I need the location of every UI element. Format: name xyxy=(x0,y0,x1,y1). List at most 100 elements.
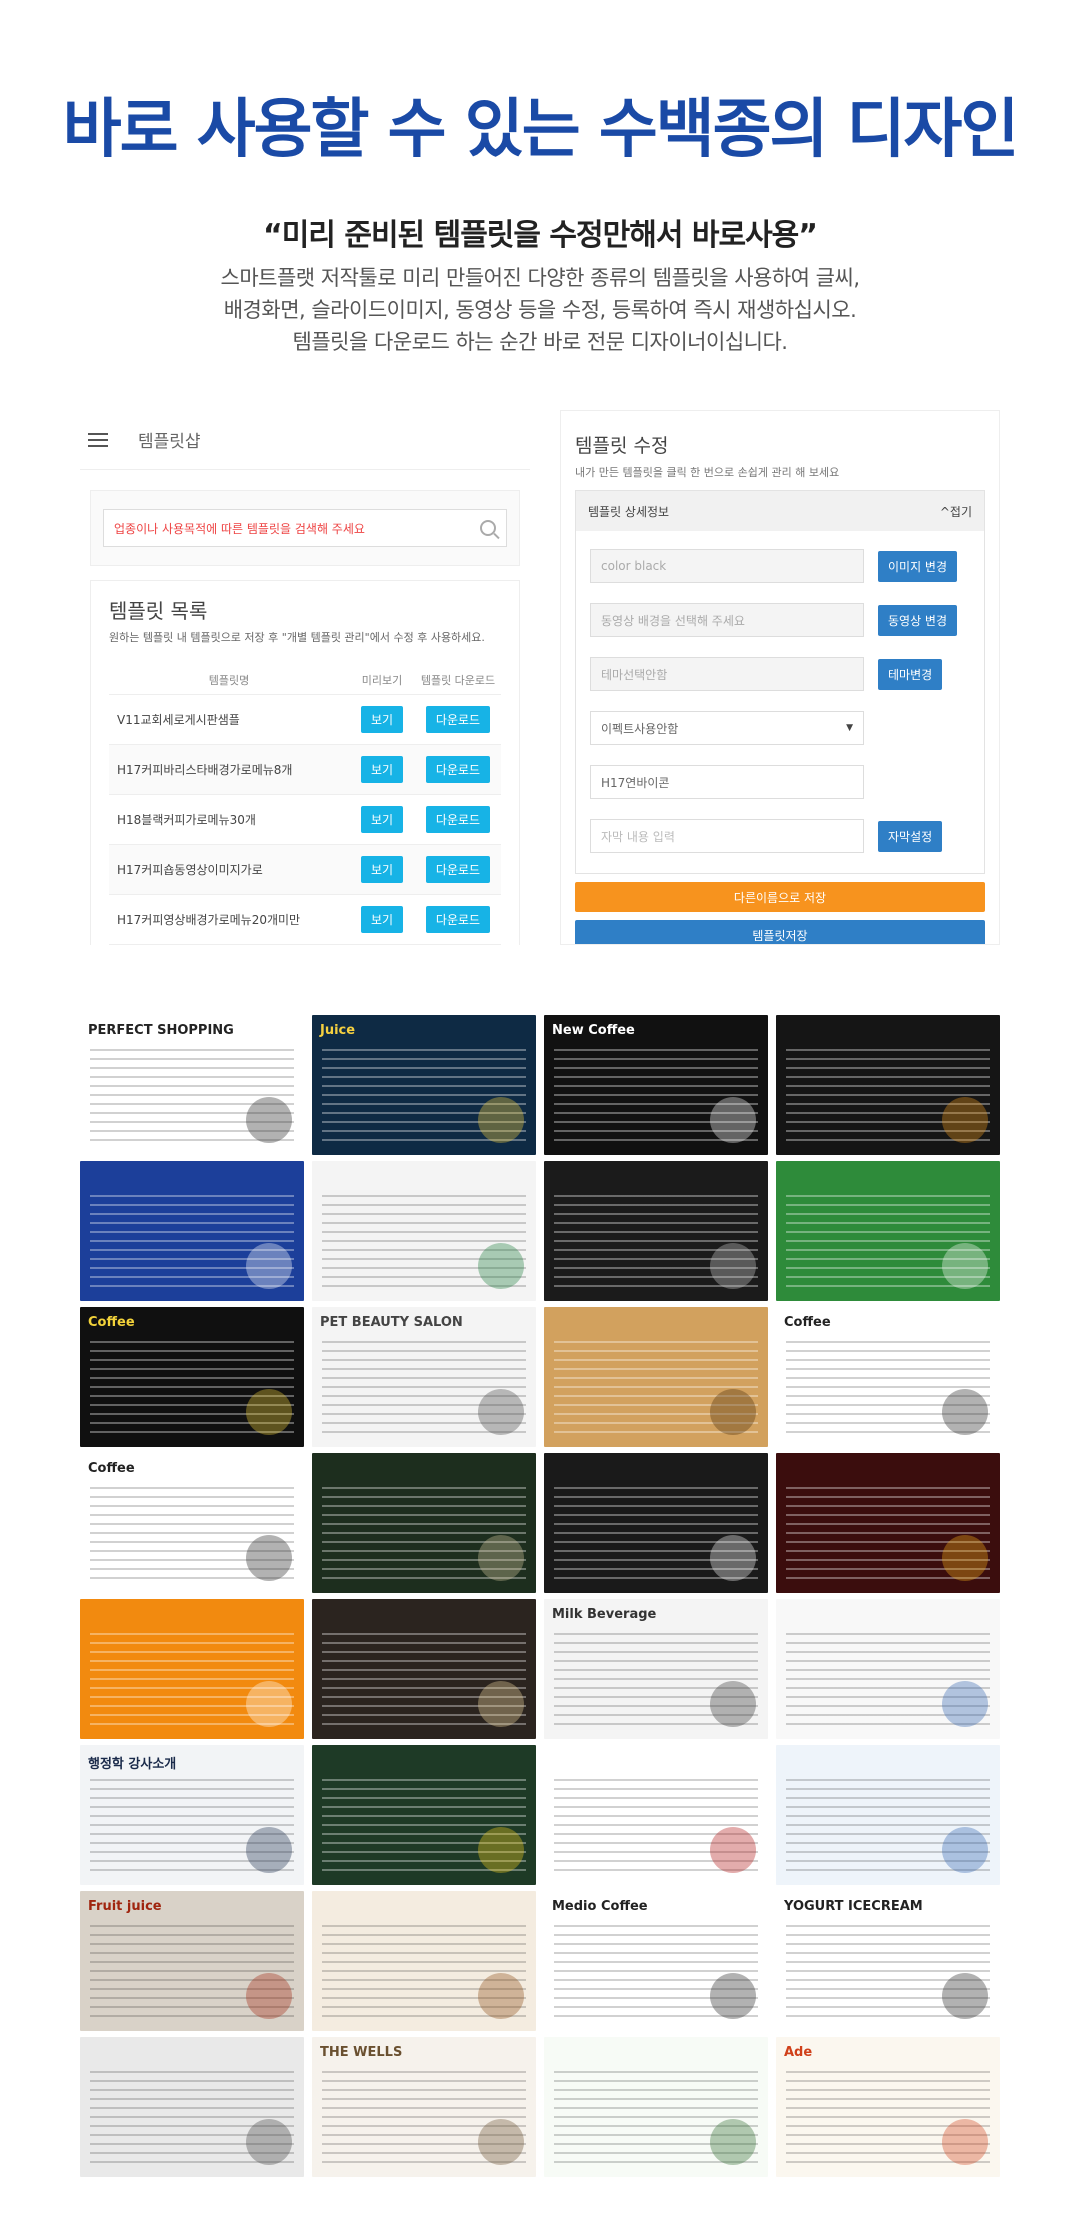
template-thumbnail[interactable] xyxy=(776,1161,1000,1301)
template-list-description: 원하는 템플릿 내 템플릿으로 저장 후 "개별 템플릿 관리"에서 수정 후 … xyxy=(109,631,485,644)
description-line-3: 템플릿을 다운로드 하는 순간 바로 전문 디자이너이십니다. xyxy=(292,330,788,354)
template-thumbnail[interactable] xyxy=(312,1453,536,1593)
thumbnail-image-blob xyxy=(942,1535,988,1581)
template-row-download: 다운로드 xyxy=(415,906,501,933)
change-image-button[interactable]: 이미지 변경 xyxy=(878,550,958,582)
template-thumbnail[interactable] xyxy=(544,1453,768,1593)
thumbnail-image-blob xyxy=(942,1097,988,1143)
detail-body: color black 이미지 변경 동영상 배경을 선택해 주세요 동영상 변… xyxy=(576,531,984,873)
template-row: H17커피영상배경가로메뉴20개미만 보기 다운로드 xyxy=(109,894,501,944)
shop-topbar: 템플릿샵 xyxy=(80,410,530,470)
description-line-1: 스마트플랫 저작툴로 미리 만들어진 다양한 종류의 템플릿을 사용하여 글씨, xyxy=(220,266,861,290)
template-thumbnail[interactable] xyxy=(776,1599,1000,1739)
dropdown-caret-icon: ▼ xyxy=(846,723,853,733)
thumbnail-image-blob xyxy=(710,1827,756,1873)
thumbnail-image-blob xyxy=(942,1973,988,2019)
hamburger-menu-icon[interactable] xyxy=(88,432,108,447)
thumbnail-image-blob xyxy=(710,1681,756,1727)
template-thumbnail[interactable] xyxy=(312,1745,536,1885)
name-row: H17연바이콘 xyxy=(590,755,970,809)
template-thumbnail[interactable]: Medio Coffee xyxy=(544,1891,768,2031)
color-field[interactable]: color black xyxy=(590,549,864,583)
template-thumbnail[interactable]: New Coffee xyxy=(544,1015,768,1155)
download-button[interactable]: 다운로드 xyxy=(425,856,491,883)
template-thumbnail[interactable]: Juice xyxy=(312,1015,536,1155)
template-row-name: V11교회세로게시판샘플 xyxy=(117,713,240,727)
preview-button[interactable]: 보기 xyxy=(360,706,404,733)
template-row-preview: 보기 xyxy=(349,856,415,883)
effect-select[interactable]: 이펙트사용안함 ▼ xyxy=(590,711,864,745)
template-thumbnail[interactable]: THE WELLS xyxy=(312,2037,536,2177)
template-thumbnail[interactable] xyxy=(544,1307,768,1447)
video-field[interactable]: 동영상 배경을 선택해 주세요 xyxy=(590,603,864,637)
template-gallery: PERFECT SHOPPING Juice New Coffee Coffee PET… xyxy=(80,1015,1000,2177)
template-thumbnail[interactable] xyxy=(80,2037,304,2177)
thumbnail-image-blob xyxy=(942,2119,988,2165)
caption-input[interactable]: 자막 내용 입력 xyxy=(590,819,864,853)
search-area: 업종이나 사용목적에 따른 템플릿을 검색해 주세요 xyxy=(90,490,520,566)
template-thumbnail[interactable] xyxy=(544,1161,768,1301)
search-input[interactable]: 업종이나 사용목적에 따른 템플릿을 검색해 주세요 xyxy=(103,509,507,547)
thumbnail-label: PERFECT SHOPPING xyxy=(88,1023,234,1038)
thumbnail-image-blob xyxy=(942,1243,988,1289)
change-theme-button[interactable]: 테마변경 xyxy=(878,658,943,690)
column-name: 템플릿명 xyxy=(208,674,250,687)
template-name-field[interactable]: H17연바이콘 xyxy=(590,765,864,799)
template-thumbnail[interactable]: PET BEAUTY SALON xyxy=(312,1307,536,1447)
theme-field[interactable]: 테마선택안함 xyxy=(590,657,864,691)
change-video-button[interactable]: 동영상 변경 xyxy=(878,604,958,636)
effect-select-value: 이펙트사용안함 xyxy=(601,721,679,736)
template-thumbnail[interactable]: 행정학 강사소개 xyxy=(80,1745,304,1885)
thumbnail-image-blob xyxy=(478,1389,524,1435)
template-row-name: H17커피바리스타배경가로메뉴8개 xyxy=(117,763,293,777)
template-thumbnail[interactable] xyxy=(544,1745,768,1885)
thumbnail-image-blob xyxy=(246,1827,292,1873)
effect-row: 이펙트사용안함 ▼ xyxy=(590,701,970,755)
detail-title: 템플릿 상세정보 xyxy=(588,504,670,519)
template-thumbnail[interactable]: Coffee xyxy=(80,1453,304,1593)
template-thumbnail[interactable] xyxy=(80,1599,304,1739)
thumbnail-image-blob xyxy=(246,1097,292,1143)
search-icon[interactable] xyxy=(480,520,496,536)
template-thumbnail[interactable]: YOGURT ICECREAM xyxy=(776,1891,1000,2031)
template-thumbnail[interactable] xyxy=(80,1161,304,1301)
template-thumbnail[interactable]: Milk Beverage xyxy=(544,1599,768,1739)
template-thumbnail[interactable]: Fruit juice xyxy=(80,1891,304,2031)
thumbnail-image-blob xyxy=(710,1389,756,1435)
page-quote: “미리 준비된 템플릿을 수정만해서 바로사용” xyxy=(262,218,818,253)
download-button[interactable]: 다운로드 xyxy=(425,706,491,733)
template-row-name: H17커피숍동영상이미지가로 xyxy=(117,863,263,877)
download-button[interactable]: 다운로드 xyxy=(425,756,491,783)
template-thumbnail[interactable]: Coffee xyxy=(80,1307,304,1447)
template-row-download: 다운로드 xyxy=(415,706,501,733)
template-thumbnail[interactable] xyxy=(776,1453,1000,1593)
thumbnail-label: THE WELLS xyxy=(320,2045,403,2060)
template-thumbnail[interactable] xyxy=(544,2037,768,2177)
download-button[interactable]: 다운로드 xyxy=(425,806,491,833)
save-template-button[interactable]: 템플릿저장 xyxy=(575,920,985,944)
template-thumbnail[interactable]: Coffee xyxy=(776,1307,1000,1447)
preview-button[interactable]: 보기 xyxy=(360,756,404,783)
thumbnail-label: Milk Beverage xyxy=(552,1607,657,1622)
thumbnail-image-blob xyxy=(478,1827,524,1873)
detail-section: 템플릿 상세정보 ^접기 color black 이미지 변경 동영상 배경을 … xyxy=(575,490,985,874)
fold-toggle[interactable]: ^접기 xyxy=(940,503,972,520)
template-thumbnail[interactable] xyxy=(776,1015,1000,1155)
preview-button[interactable]: 보기 xyxy=(360,806,404,833)
template-thumbnail[interactable] xyxy=(312,1891,536,2031)
template-row: H17커피바리스타배경가로메뉴8개 보기 다운로드 xyxy=(109,744,501,794)
save-as-button[interactable]: 다른이름으로 저장 xyxy=(575,882,985,912)
template-thumbnail[interactable] xyxy=(312,1599,536,1739)
template-thumbnail[interactable] xyxy=(776,1745,1000,1885)
thumbnail-image-blob xyxy=(246,2119,292,2165)
preview-button[interactable]: 보기 xyxy=(360,856,404,883)
template-thumbnail[interactable]: PERFECT SHOPPING xyxy=(80,1015,304,1155)
thumbnail-image-blob xyxy=(710,2119,756,2165)
preview-button[interactable]: 보기 xyxy=(360,906,404,933)
template-thumbnail[interactable]: Ade xyxy=(776,2037,1000,2177)
download-button[interactable]: 다운로드 xyxy=(425,906,491,933)
template-row: H18블랙커피가로메뉴30개 보기 다운로드 xyxy=(109,794,501,844)
template-thumbnail[interactable] xyxy=(312,1161,536,1301)
thumbnail-image-blob xyxy=(478,1243,524,1289)
caption-settings-button[interactable]: 자막설정 xyxy=(878,820,943,852)
